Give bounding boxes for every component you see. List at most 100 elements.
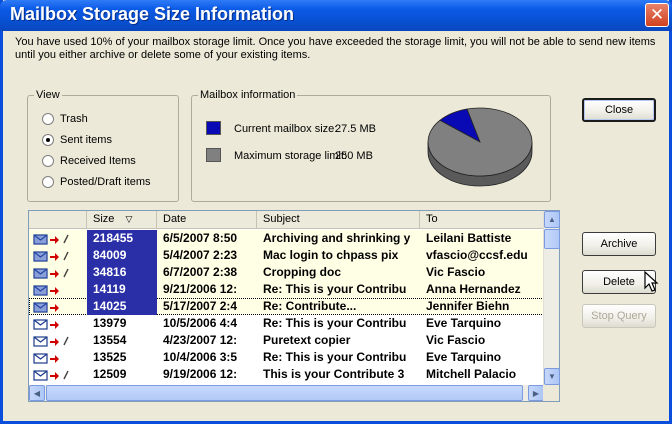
message-recipient: Eve Tarquino (426, 316, 502, 330)
message-recipient: Eve Tarquino (426, 350, 502, 364)
message-type-icon (33, 266, 81, 279)
radio-trash[interactable] (42, 113, 54, 125)
message-type-icon (33, 249, 81, 262)
message-size: 13979 (93, 316, 127, 330)
horizontal-scrollbar[interactable]: ◀ ▶ (29, 385, 544, 401)
column-header-to[interactable]: To (420, 211, 544, 229)
message-date: 9/21/2006 12: (163, 282, 238, 296)
current-size-swatch (206, 121, 221, 135)
scroll-down-icon[interactable]: ▼ (544, 368, 560, 385)
message-subject: Re: This is your Contribu (263, 316, 407, 330)
message-date: 4/23/2007 12: (163, 333, 238, 347)
archive-button[interactable]: Archive (582, 232, 656, 256)
table-row[interactable]: 12509 9/19/2006 12: This is your Contribut… (29, 366, 544, 383)
message-size: 13525 (93, 350, 127, 364)
scroll-right-icon[interactable]: ▶ (528, 385, 544, 401)
message-list[interactable]: Size ▽ Date Subject To 218455 6/5/2007 8:… (28, 210, 560, 402)
table-row[interactable]: 84009 5/4/2007 2:23 Mac login to chpass pi… (29, 247, 544, 264)
message-size: 13554 (93, 333, 127, 347)
column-header-size[interactable]: Size ▽ (87, 211, 157, 229)
message-type-icon (33, 351, 81, 364)
message-date: 9/19/2006 12: (163, 367, 238, 381)
message-recipient: Mitchell Palacio (426, 367, 517, 381)
radio-posted-draft[interactable] (42, 176, 54, 188)
table-row[interactable]: 13525 10/4/2006 3:5 Re: This is your Contr… (29, 349, 544, 366)
message-type-icon (33, 317, 81, 330)
scroll-left-icon[interactable]: ◀ (29, 385, 45, 401)
view-option-sent-items[interactable]: Sent items (42, 133, 112, 147)
message-recipient: Jennifer Biehn (426, 299, 510, 313)
vertical-scrollbar[interactable]: ▲ ▼ (543, 211, 560, 385)
message-subject: Re: This is your Contribu (263, 350, 407, 364)
table-row[interactable]: 14025 5/17/2007 2:4 Re: Contribute... Jenni… (29, 298, 544, 315)
stop-query-button[interactable]: Stop Query (582, 304, 656, 328)
column-header-date[interactable]: Date (157, 211, 257, 229)
message-date: 5/4/2007 2:23 (163, 248, 238, 262)
mailbox-info-group: Mailbox information Current mailbox size… (191, 89, 551, 202)
message-size: 34816 (87, 264, 157, 281)
list-header: Size ▽ Date Subject To (29, 211, 544, 229)
message-subject: Re: Contribute... (263, 299, 357, 313)
message-date: 10/4/2006 3:5 (163, 350, 238, 364)
scrollbar-corner (543, 385, 559, 401)
message-type-icon (33, 300, 81, 313)
mouse-pointer-icon (644, 271, 659, 292)
window-close-icon[interactable]: ✕ (645, 3, 669, 27)
title-bar[interactable]: Mailbox Storage Size Information ✕ (0, 0, 672, 31)
message-subject: Puretext copier (263, 333, 351, 347)
mailbox-info-title: Mailbox information (198, 89, 298, 101)
message-size: 12509 (93, 367, 127, 381)
message-subject: Cropping doc (263, 265, 341, 279)
current-size-value: 27.5 MB (335, 123, 376, 135)
current-size-label: Current mailbox size: (234, 123, 338, 135)
message-size: 218455 (87, 230, 157, 247)
radio-received-items[interactable] (42, 155, 54, 167)
view-option-label: Sent items (60, 134, 112, 146)
message-recipient: Vic Fascio (426, 265, 486, 279)
message-subject: Archiving and shrinking y (263, 231, 411, 245)
view-group-title: View (34, 89, 62, 101)
table-row[interactable]: 14119 9/21/2006 12: Re: This is your Contr… (29, 281, 544, 298)
message-size: 14025 (87, 298, 157, 315)
horizontal-scroll-thumb[interactable] (46, 385, 523, 401)
message-date: 10/5/2006 4:4 (163, 316, 238, 330)
message-type-icon (33, 334, 81, 347)
view-option-label: Posted/Draft items (60, 176, 151, 188)
table-row[interactable]: 13554 4/23/2007 12: Puretext copier Vic Fas… (29, 332, 544, 349)
max-limit-swatch (206, 148, 221, 162)
max-limit-value: 250 MB (335, 150, 373, 162)
message-subject: Re: This is your Contribu (263, 282, 407, 296)
table-row[interactable]: 218455 6/5/2007 8:50 Archiving and shrinki… (29, 230, 544, 247)
message-subject: Mac login to chpass pix (263, 248, 399, 262)
message-recipient: Leilani Battiste (426, 231, 512, 245)
view-option-posted-draft[interactable]: Posted/Draft items (42, 175, 150, 189)
radio-sent-items[interactable] (42, 134, 54, 146)
message-size: 14119 (87, 281, 157, 298)
view-option-trash[interactable]: Trash (42, 112, 88, 126)
close-button[interactable]: Close (582, 98, 656, 122)
message-type-icon (33, 232, 81, 245)
message-recipient: Anna Hernandez (426, 282, 521, 296)
message-size: 84009 (87, 247, 157, 264)
column-header-icons[interactable] (29, 211, 87, 229)
view-option-received-items[interactable]: Received Items (42, 154, 136, 168)
view-option-label: Trash (60, 113, 88, 125)
message-date: 5/17/2007 2:4 (163, 299, 238, 313)
sort-desc-icon: ▽ (125, 214, 133, 224)
message-recipient: Vic Fascio (426, 333, 486, 347)
vertical-scroll-thumb[interactable] (544, 229, 560, 249)
scroll-up-icon[interactable]: ▲ (544, 211, 560, 228)
max-limit-label: Maximum storage limit: (234, 150, 348, 162)
table-row[interactable]: 34816 6/7/2007 2:38 Cropping doc Vic Fascio (29, 264, 544, 281)
view-group: View Trash Sent items Received Items Pos… (27, 89, 179, 202)
table-row[interactable]: 13979 10/5/2006 4:4 Re: This is your Contr… (29, 315, 544, 332)
view-option-label: Received Items (60, 155, 136, 167)
message-type-icon (33, 368, 81, 381)
storage-info-text: You have used 10% of your mailbox storag… (15, 36, 656, 61)
mailbox-storage-window: Mailbox Storage Size Information ✕ You h… (0, 0, 672, 424)
storage-pie-chart (427, 107, 533, 187)
window-title: Mailbox Storage Size Information (10, 4, 295, 24)
message-recipient: vfascio@ccsf.edu (426, 248, 528, 262)
column-header-subject[interactable]: Subject (257, 211, 420, 229)
message-subject: This is your Contribute 3 (263, 367, 405, 381)
